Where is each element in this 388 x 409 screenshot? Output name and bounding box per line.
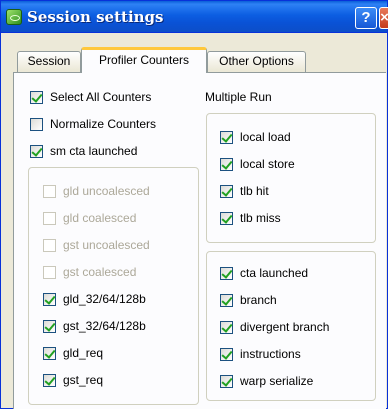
checkbox-sm-cta-launched[interactable]: sm cta launched — [30, 144, 137, 158]
tab-session[interactable]: Session — [17, 51, 81, 72]
title-bar[interactable]: Session settings ? × — [1, 1, 388, 33]
checkbox-label: tlb hit — [240, 184, 269, 198]
checkbox-label: Normalize Counters — [50, 117, 157, 131]
checkbox-label: instructions — [240, 347, 301, 361]
checkbox-label: gst coalesced — [63, 265, 137, 279]
checked-box-icon[interactable] — [43, 319, 56, 333]
checkbox-tlb-miss[interactable]: tlb miss — [220, 211, 281, 225]
checked-box-icon[interactable] — [43, 373, 56, 387]
unchecked-box-icon — [43, 184, 56, 198]
checkbox-gld-coalesced: gld coalesced — [43, 211, 136, 225]
checked-box-icon[interactable] — [30, 144, 43, 158]
checkbox-label: local load — [240, 130, 291, 144]
checkbox-gst-coalesced: gst coalesced — [43, 265, 136, 279]
checkbox-label: gld_req — [63, 346, 104, 360]
checkbox-gld-32-64-128b[interactable]: gld_32/64/128b — [43, 292, 146, 306]
checked-box-icon[interactable] — [220, 293, 233, 307]
checked-box-icon[interactable] — [220, 184, 233, 198]
checked-box-icon[interactable] — [43, 292, 56, 306]
checked-box-icon[interactable] — [220, 157, 233, 171]
checked-box-icon[interactable] — [220, 374, 233, 388]
checkbox-label: local store — [240, 157, 295, 171]
checkbox-instructions[interactable]: instructions — [220, 347, 301, 361]
checked-box-icon[interactable] — [220, 130, 233, 144]
checkbox-local-load[interactable]: local load — [220, 130, 291, 144]
checkbox-gld-uncoalesced: gld uncoalesced — [43, 184, 150, 198]
checkbox-label: Select All Counters — [50, 90, 152, 104]
checkbox-gst-req[interactable]: gst_req — [43, 373, 103, 387]
checkbox-label: cta launched — [240, 266, 309, 280]
checkbox-label: gst uncoalesced — [63, 238, 150, 252]
checked-box-icon[interactable] — [43, 346, 56, 360]
checkbox-warp-serialize[interactable]: warp serialize — [220, 374, 313, 388]
checkbox-normalize-counters[interactable]: Normalize Counters — [30, 117, 156, 131]
checkbox-label: gld coalesced — [63, 211, 137, 225]
unchecked-box-icon — [43, 238, 56, 252]
checkbox-cta-launched[interactable]: cta launched — [220, 266, 308, 280]
checkbox-label: gst_req — [63, 373, 104, 387]
checkbox-label: gld_32/64/128b — [63, 292, 146, 306]
checkbox-label: gld uncoalesced — [63, 184, 150, 198]
checked-box-icon[interactable] — [220, 266, 233, 280]
app-icon — [6, 9, 22, 25]
tab-profiler-counters[interactable]: Profiler Counters — [81, 47, 207, 73]
checked-box-icon[interactable] — [220, 211, 233, 225]
checked-box-icon[interactable] — [30, 90, 43, 104]
unchecked-box-icon — [43, 211, 56, 225]
checkbox-select-all-counters[interactable]: Select All Counters — [30, 90, 151, 104]
checkbox-gst-uncoalesced: gst uncoalesced — [43, 238, 150, 252]
checkbox-label: sm cta launched — [50, 144, 138, 158]
checkbox-label: tlb miss — [240, 211, 281, 225]
checkbox-branch[interactable]: branch — [220, 293, 277, 307]
checkbox-divergent-branch[interactable]: divergent branch — [220, 320, 329, 334]
checkbox-label: gst_32/64/128b — [63, 319, 146, 333]
unchecked-box-icon[interactable] — [30, 117, 43, 131]
close-button[interactable]: × — [379, 7, 388, 29]
tab-other-options[interactable]: Other Options — [207, 51, 306, 72]
checkbox-gst-32-64-128b[interactable]: gst_32/64/128b — [43, 319, 146, 333]
checkbox-tlb-hit[interactable]: tlb hit — [220, 184, 269, 198]
checked-box-icon[interactable] — [220, 320, 233, 334]
checkbox-label: warp serialize — [240, 374, 314, 388]
counter-group-left — [28, 167, 199, 405]
help-button[interactable]: ? — [355, 7, 377, 29]
checkbox-label: divergent branch — [240, 320, 330, 334]
multiple-run-label: Multiple Run — [205, 90, 272, 104]
window-title: Session settings — [27, 8, 164, 26]
unchecked-box-icon — [43, 265, 56, 279]
checkbox-gld-req[interactable]: gld_req — [43, 346, 103, 360]
checked-box-icon[interactable] — [220, 347, 233, 361]
checkbox-label: branch — [240, 293, 277, 307]
checkbox-local-store[interactable]: local store — [220, 157, 295, 171]
